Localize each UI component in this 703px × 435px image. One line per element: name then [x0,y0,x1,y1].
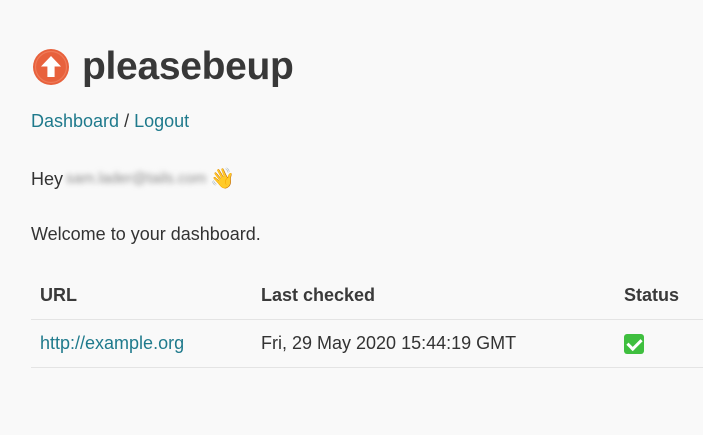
greeting-prefix: Hey [31,169,64,189]
last-checked-column-header: Last checked [252,272,615,320]
brand-title: pleasebeup [82,45,294,88]
brand-header: pleasebeup [32,44,294,90]
last-checked-cell: Fri, 29 May 2020 15:44:19 GMT [252,319,615,368]
status-cell [615,319,703,368]
top-nav: Dashboard / Logout [31,110,189,132]
arrow-up-circle-icon [32,48,70,86]
site-url-link[interactable]: http://example.org [40,333,184,353]
welcome-message: Welcome to your dashboard. [31,224,261,244]
dashboard-page: pleasebeup Dashboard / Logout Hey sam.la… [0,0,703,435]
check-mark-icon [624,334,644,355]
nav-separator: / [119,111,135,131]
status-column-header: Status [615,272,703,320]
monitored-sites-table: URL Last checked Status http://example.o… [31,272,703,368]
dashboard-link[interactable]: Dashboard [31,111,119,131]
waving-hand-icon: 👋 [210,168,236,190]
logout-link[interactable]: Logout [134,111,189,131]
url-cell: http://example.org [31,319,252,368]
table-header-row: URL Last checked Status [31,272,703,320]
greeting: Hey sam.lader@tails.com 👋 [31,167,235,191]
table-row: http://example.org Fri, 29 May 2020 15:4… [31,319,703,368]
user-email: sam.lader@tails.com [66,170,207,187]
url-column-header: URL [31,272,252,320]
